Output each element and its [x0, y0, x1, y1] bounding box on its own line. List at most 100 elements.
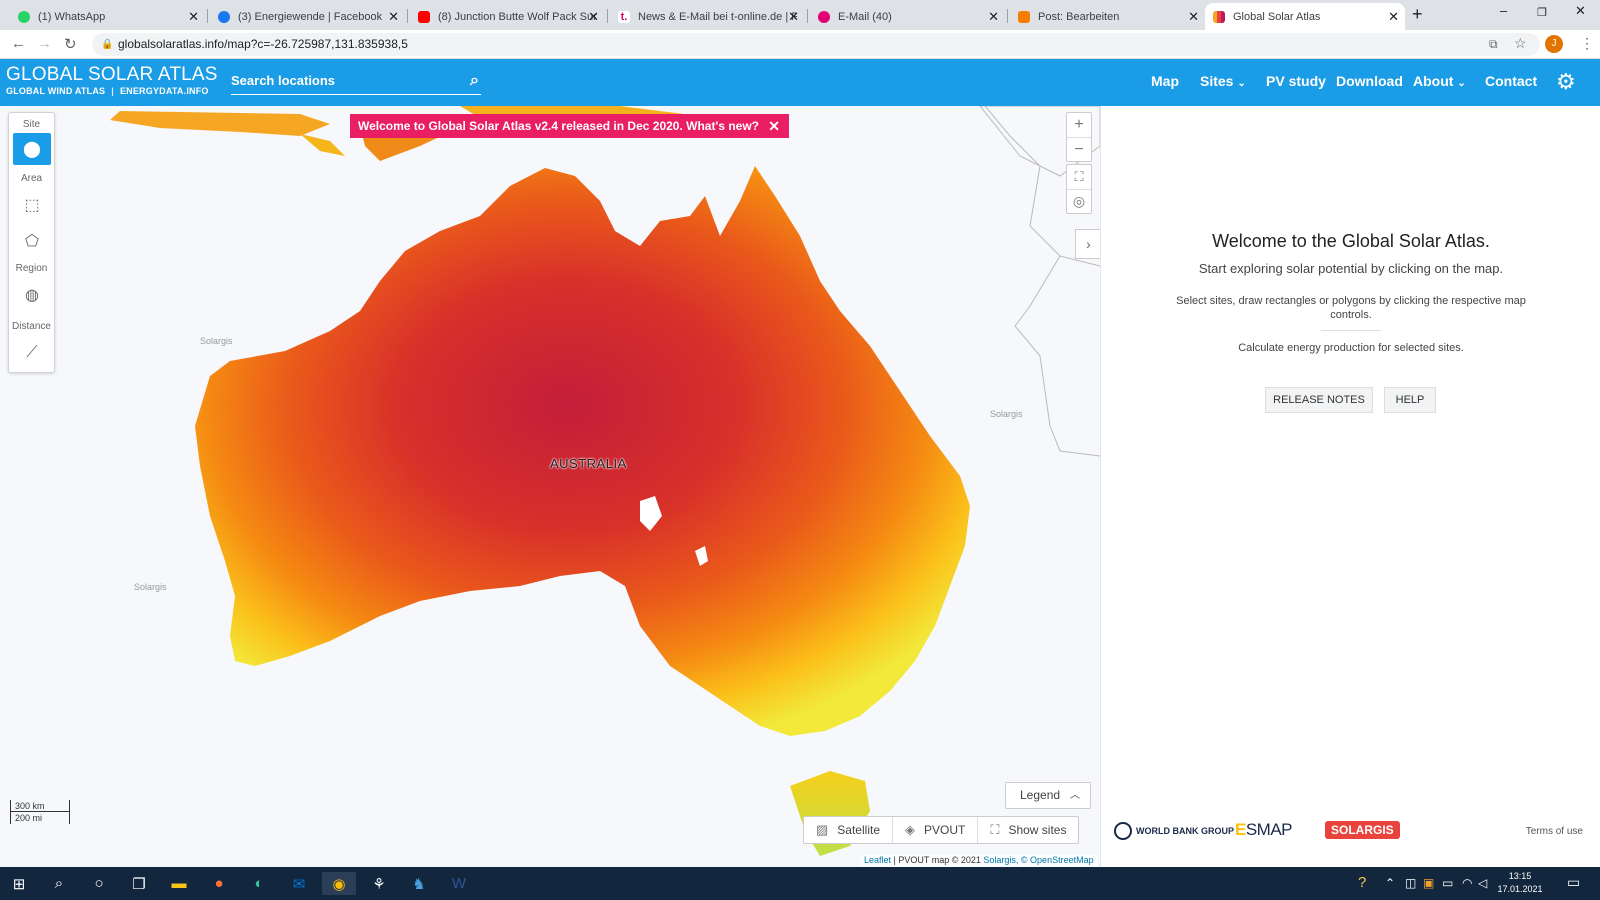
- fullscreen-button[interactable]: ⛶: [1067, 165, 1091, 189]
- nav-pv-study[interactable]: PV study: [1266, 73, 1326, 89]
- chrome-icon[interactable]: ◉: [322, 872, 356, 895]
- island-shape: [110, 111, 330, 136]
- solargis-logo[interactable]: SOLARGIS: [1325, 821, 1400, 839]
- browser-tab-email[interactable]: E-Mail (40) ✕: [810, 3, 1005, 30]
- app-icon[interactable]: ⚘: [362, 872, 396, 895]
- site-pin-button[interactable]: ⬤: [13, 133, 51, 165]
- browser-menu-icon[interactable]: ⋮: [1580, 35, 1594, 52]
- browser-tab-whatsapp[interactable]: (1) WhatsApp ✕: [10, 3, 205, 30]
- url-field[interactable]: 🔒 globalsolaratlas.info/map?c=-26.725987…: [92, 33, 1540, 56]
- draw-rectangle-button[interactable]: ⬚: [13, 189, 51, 221]
- new-tab-button[interactable]: +: [1412, 4, 1423, 25]
- edge-icon[interactable]: ◐: [242, 872, 276, 895]
- browser-tab-youtube[interactable]: (8) Junction Butte Wolf Pack Surr ✕: [410, 3, 605, 30]
- chevron-up-icon[interactable]: ⌃: [1385, 876, 1395, 890]
- search-icon[interactable]: ⌕: [470, 69, 479, 93]
- browser-tab-facebook[interactable]: (3) Energiewende | Facebook ✕: [210, 3, 405, 30]
- draw-polygon-button[interactable]: ⬠: [13, 225, 51, 257]
- zoom-in-button[interactable]: +: [1067, 113, 1091, 137]
- windows-start-icon[interactable]: ⊞: [2, 872, 36, 895]
- reload-icon[interactable]: ↻: [64, 35, 77, 53]
- battery-icon[interactable]: ▭: [1442, 876, 1453, 890]
- volume-icon[interactable]: ◁: [1478, 876, 1487, 890]
- file-explorer-icon[interactable]: ▬: [162, 872, 196, 895]
- version-banner[interactable]: Welcome to Global Solar Atlas v2.4 relea…: [350, 114, 789, 138]
- terms-of-use-link[interactable]: Terms of use: [1526, 826, 1583, 837]
- global-wind-atlas-link[interactable]: GLOBAL WIND ATLAS: [6, 86, 105, 96]
- browser-tab-bar: (1) WhatsApp ✕ (3) Energiewende | Facebo…: [0, 0, 1600, 30]
- notifications-icon[interactable]: ▭: [1567, 874, 1580, 891]
- osm-link[interactable]: , © OpenStreetMap: [1016, 855, 1094, 865]
- task-view-icon[interactable]: ❐: [122, 872, 156, 895]
- nav-sites[interactable]: Sites ⌄: [1200, 73, 1246, 89]
- help-tray-icon[interactable]: ?: [1358, 874, 1366, 891]
- close-tab-icon[interactable]: ✕: [788, 9, 799, 25]
- close-tab-icon[interactable]: ✕: [188, 9, 199, 25]
- nav-contact[interactable]: Contact: [1485, 73, 1537, 89]
- locate-me-button[interactable]: ◎: [1067, 189, 1091, 213]
- translate-icon[interactable]: ⧉: [1489, 37, 1498, 52]
- help-button[interactable]: HELP: [1384, 387, 1436, 413]
- tray-icon[interactable]: ◫: [1405, 876, 1416, 890]
- search-icon[interactable]: ⌕: [42, 872, 76, 895]
- outlook-icon[interactable]: ✉: [282, 872, 316, 895]
- firefox-icon[interactable]: ●: [202, 872, 236, 895]
- show-sites-button[interactable]: ⛶ Show sites: [978, 817, 1078, 843]
- map-canvas[interactable]: Welcome to Global Solar Atlas v2.4 relea…: [0, 106, 1100, 867]
- tray-icon[interactable]: ▣: [1423, 876, 1434, 890]
- zoom-out-button[interactable]: −: [1067, 137, 1091, 161]
- clock-date: 17.01.2021: [1497, 884, 1543, 894]
- forward-arrow-icon[interactable]: →: [37, 35, 52, 52]
- word-icon[interactable]: W: [442, 872, 476, 895]
- close-icon[interactable]: ✕: [768, 114, 780, 138]
- nav-map[interactable]: Map: [1151, 73, 1179, 89]
- tab-separator: [607, 9, 608, 23]
- close-window-button[interactable]: ✕: [1575, 3, 1586, 19]
- t-online-icon: t.: [618, 10, 630, 23]
- minimize-window-button[interactable]: –: [1500, 3, 1507, 18]
- app-header: GLOBAL SOLAR ATLAS GLOBAL WIND ATLAS | ENE…: [0, 59, 1600, 106]
- browser-tab-t-online[interactable]: t. News & E-Mail bei t-online.de | F ✕: [610, 3, 805, 30]
- globe-icon: ◍: [25, 287, 39, 304]
- logo-title[interactable]: GLOBAL SOLAR ATLAS: [6, 64, 218, 86]
- polygon-icon: ⬠: [25, 233, 39, 250]
- esmap-logo[interactable]: ESMAP: [1235, 820, 1293, 840]
- tab-title: (8) Junction Butte Wolf Pack Surr: [438, 10, 597, 23]
- legend-button[interactable]: Legend ︿: [1005, 782, 1091, 809]
- close-tab-icon[interactable]: ✕: [588, 9, 599, 25]
- tab-separator: [807, 9, 808, 23]
- tool-label-distance: Distance: [12, 321, 51, 332]
- layer-switcher: ▨ Satellite ◈ PVOUT ⛶ Show sites: [803, 816, 1080, 844]
- close-tab-icon[interactable]: ✕: [1188, 9, 1199, 25]
- nav-download[interactable]: Download: [1336, 73, 1403, 89]
- restore-window-button[interactable]: ❐: [1537, 6, 1547, 19]
- region-globe-button[interactable]: ◍: [13, 279, 51, 311]
- tool-label-site: Site: [22, 119, 41, 130]
- browser-tab-global-solar-atlas[interactable]: Global Solar Atlas ✕: [1205, 3, 1405, 30]
- app-icon[interactable]: ♞: [402, 872, 436, 895]
- energydata-link[interactable]: ENERGYDATA.INFO: [120, 86, 209, 96]
- close-tab-icon[interactable]: ✕: [388, 9, 399, 25]
- cortana-icon[interactable]: ○: [82, 872, 116, 895]
- world-bank-logo[interactable]: WORLD BANK GROUP: [1114, 822, 1234, 840]
- pvout-layer-button[interactable]: ◈ PVOUT: [893, 817, 979, 843]
- profile-avatar[interactable]: J: [1545, 35, 1563, 53]
- legend-label: Legend: [1020, 788, 1061, 802]
- search-input[interactable]: Search locations ⌕: [231, 69, 481, 95]
- settings-gear-icon[interactable]: ⚙: [1556, 69, 1576, 95]
- browser-tab-blogger[interactable]: Post: Bearbeiten ✕: [1010, 3, 1205, 30]
- measure-distance-button[interactable]: ⟋: [13, 337, 51, 369]
- satellite-layer-button[interactable]: ▨ Satellite: [804, 817, 893, 843]
- nav-about[interactable]: About ⌄: [1413, 73, 1466, 89]
- system-clock[interactable]: 13:15 17.01.2021: [1490, 870, 1550, 896]
- expand-sidebar-button[interactable]: ›: [1075, 229, 1100, 259]
- solargis-link[interactable]: Solargis: [983, 855, 1016, 865]
- back-arrow-icon[interactable]: ←: [11, 35, 26, 52]
- wifi-icon[interactable]: ◠: [1462, 876, 1472, 890]
- bookmark-star-icon[interactable]: ☆: [1514, 35, 1527, 52]
- close-tab-icon[interactable]: ✕: [1388, 9, 1399, 25]
- release-notes-button[interactable]: RELEASE NOTES: [1265, 387, 1373, 413]
- leaflet-link[interactable]: Leaflet: [864, 855, 891, 865]
- close-tab-icon[interactable]: ✕: [988, 9, 999, 25]
- welcome-subtitle: Start exploring solar potential by click…: [1198, 261, 1504, 276]
